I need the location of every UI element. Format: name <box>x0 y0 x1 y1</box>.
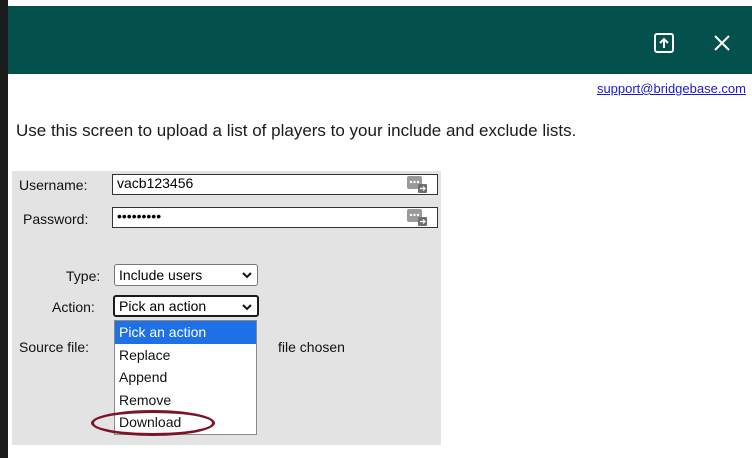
password-value: ••••••••• <box>117 208 162 224</box>
window-left-edge <box>0 0 8 458</box>
action-select[interactable]: Pick an action <box>113 295 259 317</box>
support-email-link[interactable]: support@bridgebase.com <box>597 81 746 96</box>
chevron-down-icon <box>242 304 252 311</box>
close-icon[interactable] <box>711 32 733 54</box>
chevron-down-icon <box>242 272 252 279</box>
type-select[interactable]: Include users <box>114 264 258 286</box>
password-label: Password: <box>23 211 89 227</box>
password-manager-icon[interactable] <box>407 209 427 226</box>
action-label: Action: <box>52 299 95 315</box>
type-select-value: Include users <box>119 267 203 283</box>
dialog-title-bar <box>8 6 752 74</box>
action-select-value: Pick an action <box>119 298 207 314</box>
password-manager-icon[interactable] <box>407 176 427 193</box>
username-label: Username: <box>19 177 88 193</box>
username-field[interactable]: vacb123456 <box>112 174 438 195</box>
username-value: vacb123456 <box>117 175 194 191</box>
dropdown-option-remove[interactable]: Remove <box>115 389 256 412</box>
password-field[interactable]: ••••••••• <box>112 207 438 228</box>
download-highlight-annotation <box>91 410 215 436</box>
type-label: Type: <box>66 268 101 284</box>
source-file-label: Source file: <box>19 339 90 355</box>
dropdown-option-pick-an-action[interactable]: Pick an action <box>115 321 256 344</box>
intro-text: Use this screen to upload a list of play… <box>16 121 577 140</box>
popout-icon[interactable] <box>653 32 675 54</box>
no-file-chosen-text: file chosen <box>278 339 345 355</box>
dropdown-option-replace[interactable]: Replace <box>115 344 256 367</box>
dropdown-option-append[interactable]: Append <box>115 366 256 389</box>
